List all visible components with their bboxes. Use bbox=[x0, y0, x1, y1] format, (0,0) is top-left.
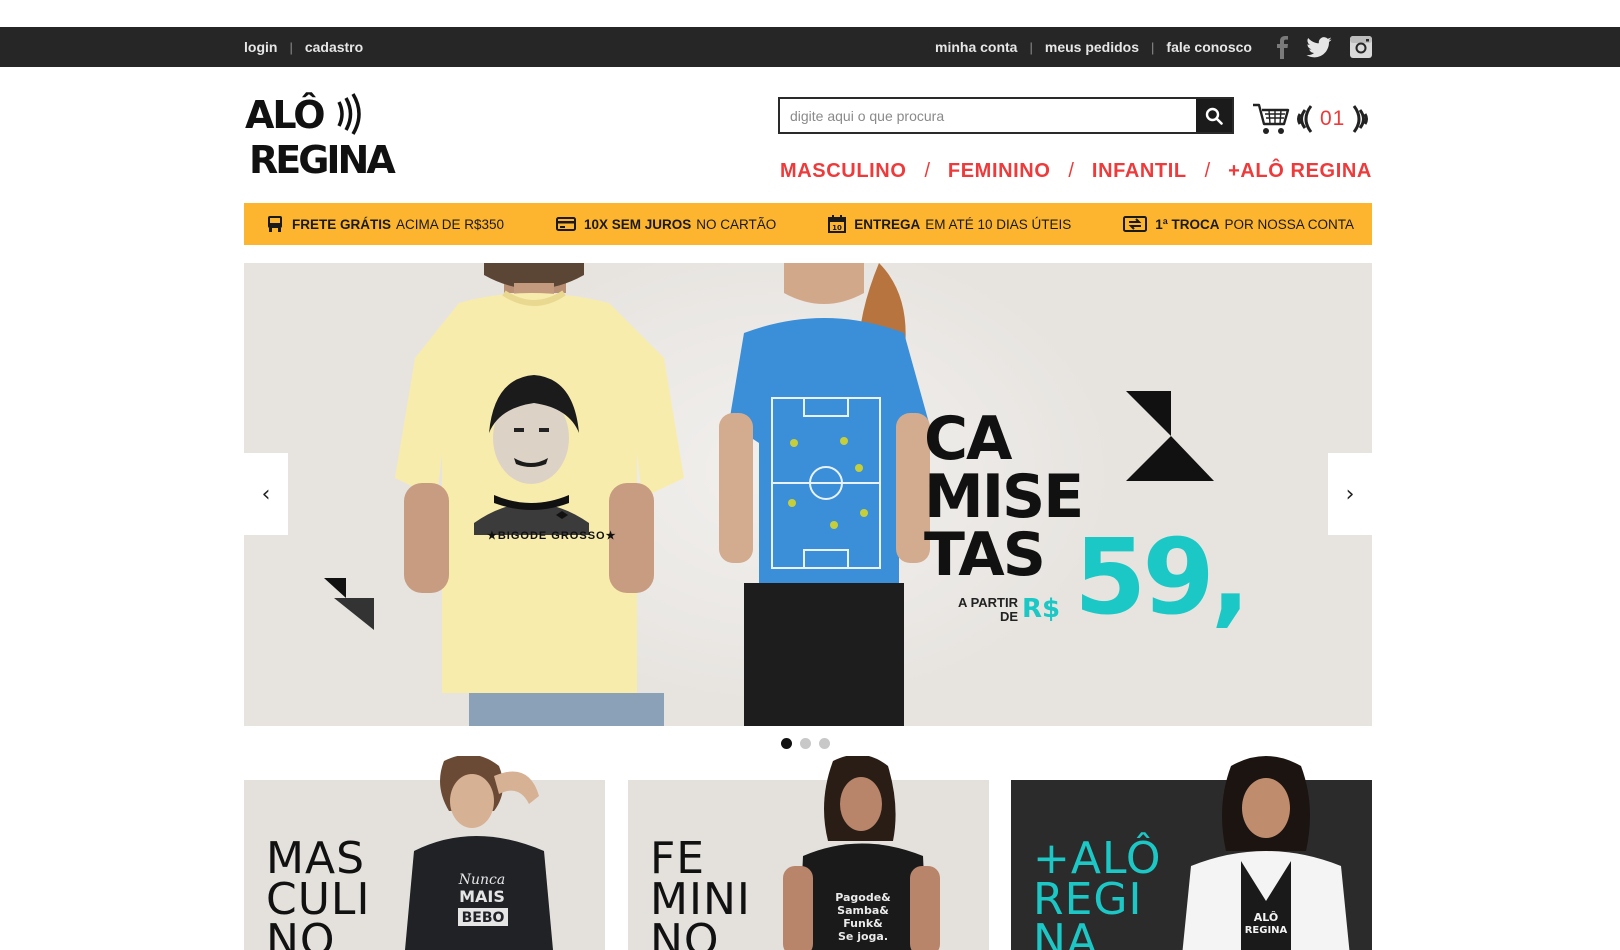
carousel-dot[interactable] bbox=[819, 738, 830, 749]
twitter-icon[interactable] bbox=[1306, 36, 1332, 58]
nav-separator: / bbox=[1204, 159, 1211, 182]
site-logo[interactable]: ALÔ REGINA bbox=[243, 88, 403, 182]
benefit-text: ACIMA DE R$350 bbox=[396, 216, 505, 232]
tile-title-line: +ALÔ bbox=[1033, 833, 1162, 884]
svg-text:REGINA: REGINA bbox=[1245, 925, 1288, 936]
divider: | bbox=[1029, 39, 1033, 55]
minha-conta-link[interactable]: minha conta bbox=[935, 39, 1017, 55]
tile-title: MAS CULI NO bbox=[266, 833, 371, 950]
model-photo: ALÔ REGINA bbox=[1182, 756, 1350, 950]
tile-title-line: FE bbox=[650, 833, 706, 884]
benefit-parcelas: 10X SEM JUROS NO CARTÃO bbox=[555, 216, 777, 232]
banner-prev-button[interactable]: ‹ bbox=[244, 453, 288, 535]
tile-title-line: CULI bbox=[266, 874, 371, 925]
login-link[interactable]: login bbox=[244, 39, 277, 55]
promo-from-label: A PARTIR DE bbox=[942, 596, 1018, 623]
tile-alo-regina[interactable]: ALÔ REGINA +ALÔ REGI NA bbox=[1011, 756, 1372, 950]
fale-conosco-link[interactable]: fale conosco bbox=[1166, 39, 1252, 55]
cart-icon bbox=[1253, 103, 1290, 134]
facebook-icon[interactable] bbox=[1276, 35, 1288, 59]
category-tiles: Nunca MAIS BEBO MAS CULI NO Pagode& Samb… bbox=[0, 756, 1620, 950]
truck-icon bbox=[268, 216, 282, 232]
tile-title-line: NA bbox=[1033, 915, 1099, 950]
triangle-decoration bbox=[324, 578, 374, 630]
promo-line-3: TAS bbox=[924, 520, 1046, 590]
nav-separator: / bbox=[924, 159, 930, 182]
tile-feminino[interactable]: Pagode& Samba& Funk& Se joga. FE MINI NO bbox=[628, 756, 989, 950]
tile-title: FE MINI NO bbox=[650, 833, 751, 950]
main-nav: MASCULINO / FEMININO / INFANTIL / +ALÔ R… bbox=[780, 156, 1372, 186]
meus-pedidos-link[interactable]: meus pedidos bbox=[1045, 39, 1139, 55]
search-button[interactable] bbox=[1196, 99, 1232, 132]
cart-count: 01 bbox=[1320, 107, 1346, 130]
tile-title-line: REGI bbox=[1033, 874, 1143, 925]
model-photo: Nunca MAIS BEBO bbox=[405, 756, 553, 950]
benefit-strong: FRETE GRÁTIS bbox=[292, 216, 392, 232]
signal-right-icon bbox=[1353, 105, 1369, 133]
svg-text:MAIS: MAIS bbox=[459, 887, 505, 906]
benefit-troca: 1ª TROCA POR NOSSA CONTA bbox=[1123, 216, 1354, 232]
svg-text:Funk&: Funk& bbox=[843, 917, 883, 930]
divider: | bbox=[1151, 39, 1155, 55]
svg-text:ALÔ: ALÔ bbox=[1254, 911, 1278, 924]
search-input[interactable] bbox=[780, 99, 1196, 132]
divider: | bbox=[289, 39, 293, 55]
carousel-dot[interactable] bbox=[800, 738, 811, 749]
exchange-icon bbox=[1123, 216, 1148, 232]
promo-line-2: MISE bbox=[924, 462, 1084, 532]
promo-from-line-2: DE bbox=[999, 608, 1018, 624]
benefit-strong: ENTREGA bbox=[854, 216, 921, 232]
svg-text:Se joga.: Se joga. bbox=[838, 930, 888, 943]
instagram-icon[interactable] bbox=[1350, 36, 1372, 58]
hero-banner[interactable]: ★BIGODE GROSSO★ CA MISE TAS 59, A PARTIR… bbox=[244, 263, 1372, 726]
model-photo: Pagode& Samba& Funk& Se joga. bbox=[783, 756, 940, 950]
search-bar bbox=[778, 97, 1234, 134]
benefit-text: EM ATÉ 10 DIAS ÚTEIS bbox=[925, 216, 1072, 232]
benefits-strip: FRETE GRÁTIS ACIMA DE R$350 10X SEM JURO… bbox=[244, 203, 1372, 245]
promo-price: 59, bbox=[1074, 516, 1250, 638]
tile-masculino[interactable]: Nunca MAIS BEBO MAS CULI NO bbox=[244, 756, 605, 950]
carousel-dots bbox=[781, 738, 830, 749]
shirt-text: Nunca bbox=[458, 872, 505, 888]
triangle-decoration bbox=[1126, 391, 1214, 481]
tile-title-line: MAS bbox=[266, 833, 365, 884]
benefit-frete: FRETE GRÁTIS ACIMA DE R$350 bbox=[266, 215, 504, 233]
promo-line-1: CA bbox=[924, 404, 1012, 474]
nav-infantil[interactable]: INFANTIL bbox=[1092, 160, 1187, 183]
benefit-text: NO CARTÃO bbox=[696, 216, 777, 232]
search-icon bbox=[1205, 107, 1223, 125]
promo-from-line-1: A PARTIR bbox=[958, 595, 1018, 610]
nav-feminino[interactable]: FEMININO bbox=[948, 160, 1051, 183]
credit-card-icon bbox=[555, 217, 576, 231]
calendar-icon: 10 bbox=[828, 215, 847, 233]
alo-regina-logo: ALÔ REGINA bbox=[245, 93, 399, 182]
svg-text:BEBO: BEBO bbox=[462, 910, 505, 926]
benefit-strong: 1ª TROCA bbox=[1155, 216, 1220, 232]
nav-masculino[interactable]: MASCULINO bbox=[780, 160, 907, 183]
svg-text:ALÔ: ALÔ bbox=[245, 93, 324, 137]
svg-text:REGINA: REGINA bbox=[249, 138, 396, 180]
tile-title-line: MINI bbox=[650, 874, 751, 925]
nav-alo-regina[interactable]: +ALÔ REGINA bbox=[1228, 160, 1372, 183]
svg-text:Samba&: Samba& bbox=[837, 904, 889, 917]
promo-currency: R$ bbox=[1022, 594, 1061, 624]
cadastro-link[interactable]: cadastro bbox=[305, 39, 363, 55]
signal-left-icon bbox=[1297, 105, 1313, 133]
svg-text:Pagode&: Pagode& bbox=[835, 891, 891, 904]
nav-separator: / bbox=[1068, 159, 1074, 182]
svg-text:10: 10 bbox=[832, 224, 842, 232]
man-yellow-shirt-photo bbox=[395, 263, 684, 726]
carousel-dot[interactable] bbox=[781, 738, 792, 749]
benefit-text: POR NOSSA CONTA bbox=[1224, 216, 1354, 232]
benefit-strong: 10X SEM JUROS bbox=[583, 216, 692, 232]
benefit-entrega: 10 ENTREGA EM ATÉ 10 DIAS ÚTEIS bbox=[828, 215, 1071, 233]
banner-next-button[interactable]: › bbox=[1328, 453, 1372, 535]
top-bar: login | cadastro minha conta | meus pedi… bbox=[0, 27, 1620, 67]
shirt-caption: ★BIGODE GROSSO★ bbox=[487, 530, 617, 542]
cart-button[interactable]: 01 bbox=[1252, 100, 1369, 138]
tile-title: +ALÔ REGI NA bbox=[1033, 833, 1162, 950]
